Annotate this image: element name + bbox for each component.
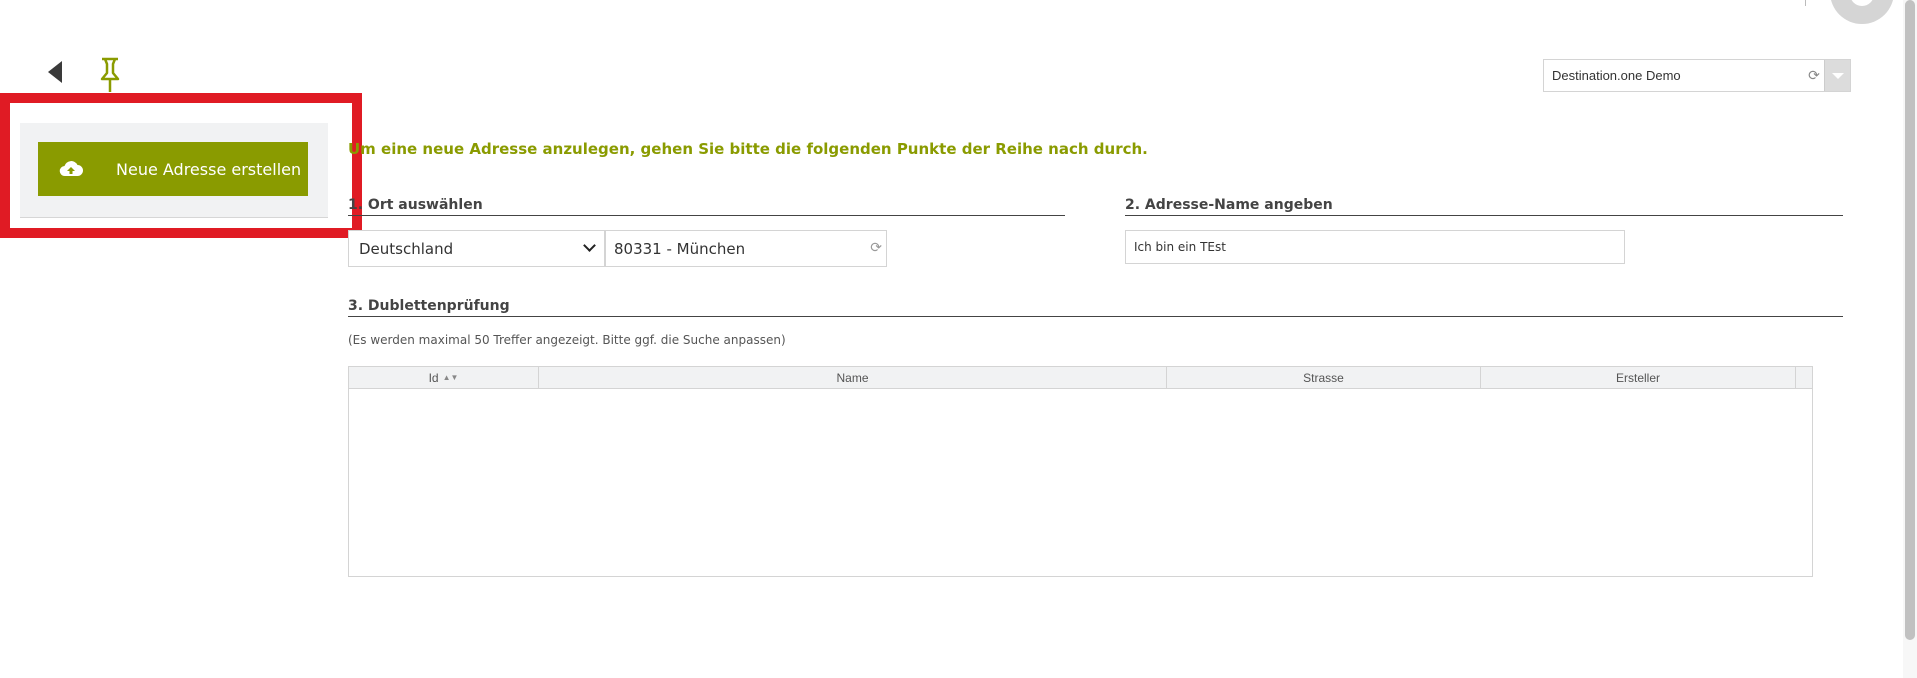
hint-text: (Es werden maximal 50 Treffer angezeigt.…	[348, 333, 786, 347]
step3-title: 3. Dublettenprüfung	[348, 298, 1843, 317]
table-header: Id ▲▼ Name Strasse Ersteller	[349, 367, 1812, 389]
city-input[interactable]: 80331 - München ⟳	[605, 230, 887, 267]
new-address-button-label: Neue Adresse erstellen	[116, 159, 302, 179]
top-divider	[1805, 0, 1806, 6]
back-arrow-icon[interactable]	[44, 58, 66, 86]
column-header-name[interactable]: Name	[539, 367, 1167, 388]
column-header-strasse[interactable]: Strasse	[1167, 367, 1481, 388]
column-header-id[interactable]: Id ▲▼	[349, 367, 539, 388]
new-address-button[interactable]: Neue Adresse erstellen	[38, 142, 308, 196]
step2-title: 2. Adresse-Name angeben	[1125, 197, 1843, 216]
duplicates-table: Id ▲▼ Name Strasse Ersteller	[348, 366, 1813, 577]
column-header-spacer	[1796, 367, 1812, 388]
page-scrollbar[interactable]	[1903, 0, 1917, 678]
client-select-value: Destination.one Demo	[1552, 68, 1681, 83]
country-select[interactable]: Deutschland	[348, 230, 605, 267]
pin-icon[interactable]	[96, 56, 124, 98]
address-name-input[interactable]	[1125, 230, 1625, 264]
step1-title: 1. Ort auswählen	[348, 197, 1065, 216]
scrollbar-thumb[interactable]	[1905, 0, 1915, 640]
city-input-value: 80331 - München	[614, 239, 746, 258]
column-header-ersteller[interactable]: Ersteller	[1481, 367, 1796, 388]
client-select[interactable]: Destination.one Demo ⟳	[1543, 59, 1851, 92]
chevron-down-icon[interactable]	[1824, 60, 1850, 91]
cloud-upload-icon	[46, 160, 96, 178]
country-select-value: Deutschland	[359, 239, 454, 258]
intro-text: Um eine neue Adresse anzulegen, gehen Si…	[348, 140, 1148, 158]
chevron-down-icon	[583, 239, 596, 252]
refresh-icon[interactable]: ⟳	[870, 240, 882, 256]
user-avatar[interactable]	[1830, 0, 1894, 24]
refresh-icon[interactable]: ⟳	[1804, 67, 1824, 84]
sort-icon: ▲▼	[442, 373, 459, 382]
